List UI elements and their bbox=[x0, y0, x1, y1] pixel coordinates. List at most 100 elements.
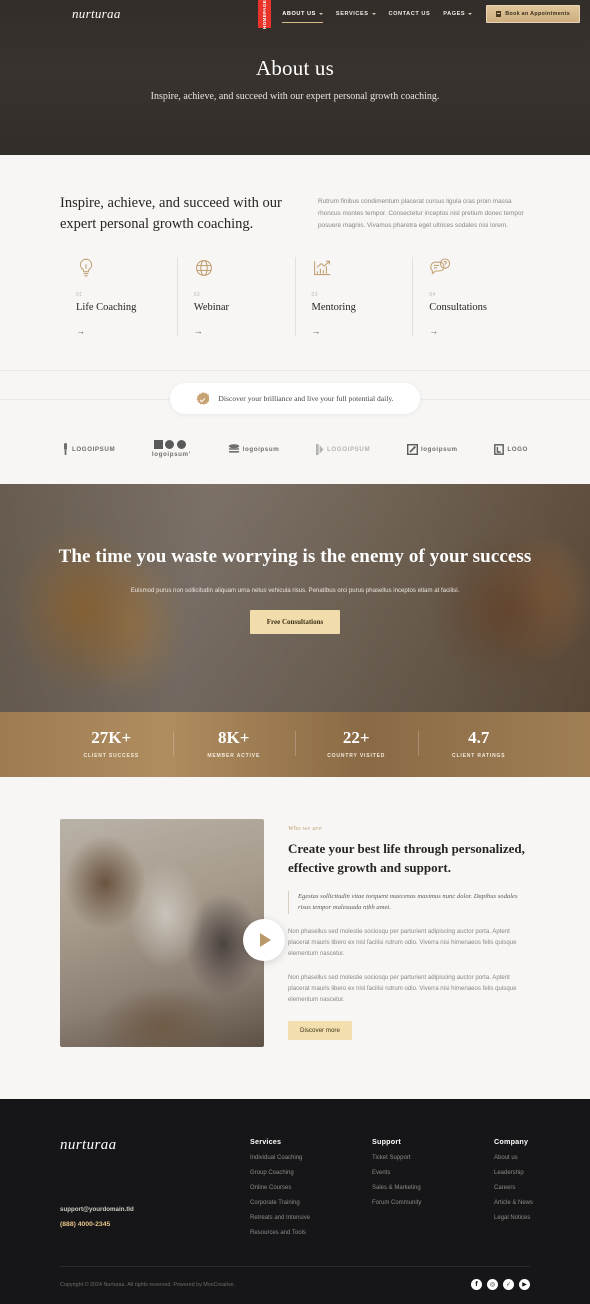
footer-column-support: Support Ticket Support Events Sales & Ma… bbox=[372, 1137, 468, 1236]
footer-link[interactable]: Retreats and Intensive bbox=[250, 1215, 346, 1221]
chevron-down-icon bbox=[318, 13, 323, 15]
service-arrow-icon[interactable]: → bbox=[194, 326, 279, 336]
facebook-icon[interactable]: f bbox=[471, 1279, 482, 1291]
nav-item-contact-us[interactable]: CONTACT US bbox=[389, 5, 431, 23]
about-media bbox=[60, 819, 285, 1048]
service-arrow-icon[interactable]: → bbox=[312, 326, 397, 336]
about-heading: Create your best life through personaliz… bbox=[288, 841, 525, 875]
footer-link[interactable]: Resources and Tools bbox=[250, 1230, 346, 1236]
footer-link[interactable]: Forum Community bbox=[372, 1200, 468, 1206]
twitter-icon[interactable]: ✓ bbox=[503, 1279, 514, 1291]
client-logo-label: logoipsum bbox=[242, 445, 280, 453]
stat-country-visited: 22+ COUNTRY VISITED bbox=[295, 728, 418, 759]
nav-item-label: ABOUT US bbox=[282, 11, 316, 17]
brilliance-banner: Discover your brilliance and live your f… bbox=[0, 370, 590, 427]
footer-link[interactable]: About us bbox=[494, 1155, 590, 1161]
site-logo[interactable]: nurturaa bbox=[72, 6, 121, 22]
hero-subtitle: Inspire, achieve, and succeed with our e… bbox=[150, 91, 440, 102]
service-arrow-icon[interactable]: → bbox=[76, 326, 161, 336]
footer-link[interactable]: Sales & Marketing bbox=[372, 1185, 468, 1191]
nav-item-pages[interactable]: PAGES bbox=[443, 5, 473, 23]
client-logo: logoipsum bbox=[406, 443, 458, 455]
footer-contact: support@yourdomain.tld (888) 4000-2345 bbox=[60, 1206, 250, 1228]
footer-link[interactable]: Online Courses bbox=[250, 1185, 346, 1191]
site-footer: nurturaa support@yourdomain.tld (888) 40… bbox=[0, 1099, 590, 1304]
stat-value: 22+ bbox=[342, 728, 370, 748]
chart-growth-icon bbox=[312, 257, 397, 283]
lightbulb-icon bbox=[76, 257, 161, 283]
stat-member-active: 8K+ MEMBER ACTIVE bbox=[172, 728, 296, 760]
footer-column-services: Services Individual Coaching Group Coach… bbox=[250, 1137, 346, 1236]
nav-item-label: SERVICES bbox=[335, 11, 369, 17]
client-logo-label: logoipsum’ bbox=[151, 451, 191, 459]
footer-top: nurturaa support@yourdomain.tld (888) 40… bbox=[60, 1137, 533, 1236]
client-logo-label: logoipsum bbox=[420, 445, 458, 453]
instagram-icon[interactable]: ◎ bbox=[487, 1279, 498, 1291]
verified-badge-icon bbox=[196, 392, 210, 405]
footer-link[interactable]: Article & News bbox=[494, 1200, 590, 1206]
about-paragraph-1: Non phasellus sed molestie sociosqu per … bbox=[288, 927, 517, 958]
footer-column-company: Company About us Leadership Careers Arti… bbox=[494, 1137, 590, 1236]
chevron-down-icon bbox=[371, 13, 376, 15]
nav-item-services[interactable]: SERVICES bbox=[336, 5, 376, 23]
footer-column-heading: Support bbox=[372, 1137, 401, 1147]
about-blockquote: Egestas sollicitudin vitae torquent maec… bbox=[288, 890, 530, 914]
footer-bottom-bar: Copyright © 2024 Nurturaa. All rights re… bbox=[60, 1266, 530, 1304]
quote-heading: The time you waste worrying is the enemy… bbox=[58, 546, 532, 568]
stat-label: CLIENT SUCCESS bbox=[83, 753, 139, 760]
stat-label: COUNTRY VISITED bbox=[327, 753, 386, 760]
footer-link[interactable]: Group Coaching bbox=[250, 1170, 346, 1176]
stat-label: CLIENT RATINGS bbox=[452, 753, 506, 760]
nav-item-label: CONTACT US bbox=[388, 11, 431, 17]
footer-link[interactable]: Corporate Training bbox=[250, 1200, 346, 1206]
footer-logo[interactable]: nurturaa bbox=[60, 1137, 250, 1154]
calendar-icon bbox=[496, 11, 502, 17]
chat-question-icon bbox=[429, 257, 514, 283]
intro-section: Inspire, achieve, and succeed with our e… bbox=[0, 155, 590, 236]
footer-link[interactable]: Careers bbox=[494, 1185, 590, 1191]
about-paragraph-2: Non phasellus sed molestie sociosqu per … bbox=[288, 973, 517, 1004]
footer-link[interactable]: Legal Notices bbox=[494, 1215, 590, 1221]
client-logo: LOGOIPSUM bbox=[62, 443, 115, 456]
stat-label: MEMBER ACTIVE bbox=[207, 753, 261, 760]
footer-link[interactable]: Individual Coaching bbox=[250, 1155, 346, 1161]
intro-paragraph: Rutrum finibus condimentum placerat curs… bbox=[318, 198, 524, 229]
service-card-consultations[interactable]: 04 Consultations → bbox=[412, 257, 530, 337]
quote-section: The time you waste worrying is the enemy… bbox=[0, 484, 590, 713]
play-icon[interactable] bbox=[243, 919, 285, 962]
footer-link[interactable]: Events bbox=[372, 1170, 468, 1176]
social-links: f ◎ ✓ ▶ bbox=[471, 1279, 530, 1291]
service-card-life-coaching[interactable]: 01 Life Coaching → bbox=[60, 257, 177, 336]
main-navigation: nurturaa HOMEPAGE ABOUT US SERVICES CONT… bbox=[0, 0, 590, 29]
service-number: 02 bbox=[193, 292, 201, 299]
footer-link[interactable]: Leadership bbox=[494, 1170, 590, 1176]
service-card-webinar[interactable]: 02 Webinar → bbox=[176, 257, 295, 337]
service-arrow-icon[interactable]: → bbox=[429, 326, 514, 336]
stat-client-ratings: 4.7 CLIENT RATINGS bbox=[417, 728, 541, 760]
nav-homepage-tab[interactable]: HOMEPAGE bbox=[258, 0, 272, 29]
footer-link-columns: Services Individual Coaching Group Coach… bbox=[250, 1137, 590, 1236]
footer-email[interactable]: support@yourdomain.tld bbox=[60, 1206, 250, 1213]
service-number: 01 bbox=[76, 292, 83, 299]
nav-item-label: PAGES bbox=[443, 11, 466, 17]
discover-more-button[interactable]: Discover more bbox=[288, 1021, 352, 1041]
client-logo: logoipsum bbox=[228, 443, 280, 455]
who-we-are-section: Who we are Create your best life through… bbox=[0, 777, 590, 1100]
footer-brand: nurturaa support@yourdomain.tld (888) 40… bbox=[60, 1137, 250, 1236]
stat-value: 27K+ bbox=[91, 728, 132, 748]
footer-phone[interactable]: (888) 4000-2345 bbox=[60, 1221, 250, 1228]
service-name: Webinar bbox=[193, 302, 230, 314]
nav-item-about-us[interactable]: ABOUT US bbox=[282, 5, 323, 23]
book-appointment-button[interactable]: Book an Appointments bbox=[486, 5, 580, 23]
stat-value: 4.7 bbox=[468, 728, 490, 748]
client-logo-label: LOGO bbox=[507, 445, 528, 453]
stat-value: 8K+ bbox=[218, 728, 250, 748]
nav-menu: ABOUT US SERVICES CONTACT US PAGES bbox=[282, 5, 473, 23]
footer-column-heading: Company bbox=[494, 1137, 529, 1147]
service-card-mentoring[interactable]: 03 Mentoring → bbox=[294, 257, 413, 337]
about-team-photo bbox=[60, 819, 264, 1048]
youtube-icon[interactable]: ▶ bbox=[519, 1279, 530, 1291]
stat-client-success: 27K+ CLIENT SUCCESS bbox=[50, 728, 173, 759]
footer-link[interactable]: Ticket Support bbox=[372, 1155, 468, 1161]
free-consultations-button[interactable]: Free Consultations bbox=[249, 610, 341, 635]
